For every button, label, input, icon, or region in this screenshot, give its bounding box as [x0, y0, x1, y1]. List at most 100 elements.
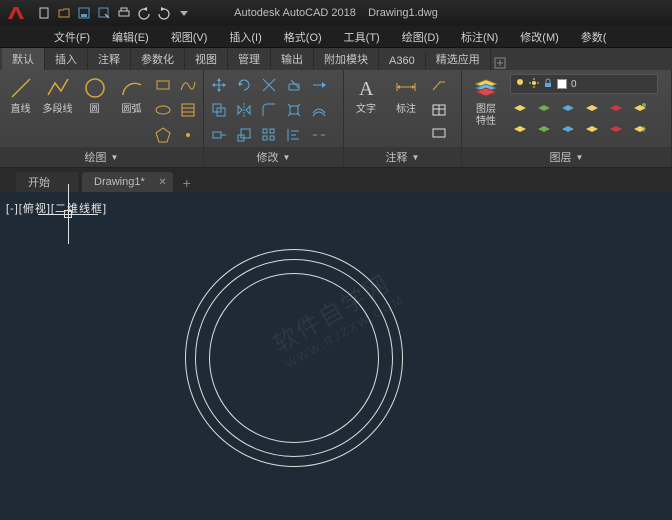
erase-icon[interactable] [283, 74, 305, 96]
panel-layers-title[interactable]: 图层▼ [462, 147, 671, 167]
menu-view[interactable]: 视图(V) [161, 27, 218, 47]
layer-tool-2[interactable] [534, 99, 554, 117]
ribbon: 直线 多段线 圆 圆弧 绘图▼ [0, 70, 672, 168]
layer-tool-3[interactable] [558, 99, 578, 117]
tab-default[interactable]: 默认 [2, 48, 45, 70]
break-icon[interactable] [308, 124, 330, 146]
tab-a360[interactable]: A360 [379, 52, 426, 70]
line-button[interactable]: 直线 [4, 74, 37, 116]
menu-edit[interactable]: 编辑(E) [102, 27, 159, 47]
panel-modify-title[interactable]: 修改▼ [204, 147, 343, 167]
saveas-icon[interactable] [96, 5, 112, 21]
text-label: 文字 [356, 104, 376, 116]
menu-bar: 文件(F) 编辑(E) 视图(V) 插入(I) 格式(O) 工具(T) 绘图(D… [0, 26, 672, 48]
close-icon[interactable]: ✕ [158, 177, 166, 188]
drawing-canvas[interactable]: [-][俯视][二维线框] 软件自学网 WWW.RJZXW.COM [0, 192, 672, 520]
polyline-button[interactable]: 多段线 [41, 74, 74, 116]
plot-icon[interactable] [116, 5, 132, 21]
tab-featured[interactable]: 精选应用 [426, 48, 491, 70]
doctab-drawing1[interactable]: Drawing1*✕ [82, 172, 173, 192]
qat-dropdown-icon[interactable] [176, 5, 192, 21]
layer-tool-9[interactable] [558, 120, 578, 138]
layer-tool-11[interactable] [606, 120, 626, 138]
panel-annotate: A 文字 标注 注释▼ [344, 70, 462, 167]
menu-modify[interactable]: 修改(M) [510, 27, 569, 47]
drawn-circle-inner[interactable] [209, 273, 379, 443]
undo-icon[interactable] [136, 5, 152, 21]
explode-icon[interactable] [283, 99, 305, 121]
quick-access-toolbar [36, 5, 192, 21]
lock-icon [543, 78, 553, 91]
leader-icon[interactable] [428, 74, 450, 96]
extend-icon[interactable] [308, 74, 330, 96]
stretch-icon[interactable] [208, 124, 230, 146]
layer-tool-1[interactable] [510, 99, 530, 117]
arc-button[interactable]: 圆弧 [115, 74, 148, 116]
layer-tool-6[interactable] [630, 99, 650, 117]
polygon-icon[interactable] [152, 124, 174, 146]
ellipse-icon[interactable] [152, 99, 174, 121]
title-bar: Autodesk AutoCAD 2018 Drawing1.dwg [0, 0, 672, 26]
hatch-icon[interactable] [177, 99, 199, 121]
annotation-icon[interactable] [428, 124, 450, 146]
dimension-button[interactable]: 标注 [388, 74, 424, 116]
tab-addons[interactable]: 附加模块 [314, 48, 379, 70]
save-icon[interactable] [76, 5, 92, 21]
array-icon[interactable] [258, 124, 280, 146]
tab-output[interactable]: 输出 [271, 48, 314, 70]
offset-icon[interactable] [308, 99, 330, 121]
tab-parametric[interactable]: 参数化 [131, 48, 185, 70]
table-icon[interactable] [428, 99, 450, 121]
menu-draw[interactable]: 绘图(D) [392, 27, 449, 47]
layer-tool-10[interactable] [582, 120, 602, 138]
layer-properties-label: 图层 特性 [476, 104, 496, 128]
layer-tool-5[interactable] [606, 99, 626, 117]
trim-icon[interactable] [258, 74, 280, 96]
align-icon[interactable] [283, 124, 305, 146]
rotate-icon[interactable] [233, 74, 255, 96]
chevron-down-icon: ▼ [283, 153, 291, 162]
rectangle-icon[interactable] [152, 74, 174, 96]
copy-icon[interactable] [208, 99, 230, 121]
menu-insert[interactable]: 插入(I) [219, 27, 271, 47]
move-icon[interactable] [208, 74, 230, 96]
layer-properties-button[interactable]: 图层 特性 [466, 74, 506, 128]
layer-tool-8[interactable] [534, 120, 554, 138]
new-icon[interactable] [36, 5, 52, 21]
tab-search-icon[interactable] [493, 56, 507, 70]
panel-draw-title[interactable]: 绘图▼ [0, 147, 203, 167]
tab-manage[interactable]: 管理 [228, 48, 271, 70]
mirror-icon[interactable] [233, 99, 255, 121]
text-button[interactable]: A 文字 [348, 74, 384, 116]
menu-dimension[interactable]: 标注(N) [451, 27, 508, 47]
open-icon[interactable] [56, 5, 72, 21]
svg-text:A: A [359, 78, 374, 100]
panel-layers: 图层 特性 0 [462, 70, 672, 167]
app-name: Autodesk AutoCAD 2018 [234, 7, 356, 19]
menu-tools[interactable]: 工具(T) [334, 27, 390, 47]
add-tab-button[interactable]: + [177, 174, 197, 192]
layer-tool-12[interactable] [630, 120, 650, 138]
circle-button[interactable]: 圆 [78, 74, 111, 116]
tab-annotate[interactable]: 注释 [88, 48, 131, 70]
panel-annotate-title[interactable]: 注释▼ [344, 147, 461, 167]
layer-tool-7[interactable] [510, 120, 530, 138]
spline-icon[interactable] [177, 74, 199, 96]
point-icon[interactable] [177, 124, 199, 146]
menu-file[interactable]: 文件(F) [44, 27, 100, 47]
panel-draw: 直线 多段线 圆 圆弧 绘图▼ [0, 70, 204, 167]
circle-label: 圆 [90, 104, 100, 116]
menu-format[interactable]: 格式(O) [274, 27, 332, 47]
app-logo[interactable] [4, 3, 28, 23]
ribbon-tabs: 默认 插入 注释 参数化 视图 管理 输出 附加模块 A360 精选应用 [0, 48, 672, 70]
tab-insert[interactable]: 插入 [45, 48, 88, 70]
layer-tool-4[interactable] [582, 99, 602, 117]
scale-icon[interactable] [233, 124, 255, 146]
color-swatch [557, 79, 567, 89]
menu-parametric[interactable]: 参数( [571, 27, 617, 47]
fillet-icon[interactable] [258, 99, 280, 121]
redo-icon[interactable] [156, 5, 172, 21]
tab-view[interactable]: 视图 [185, 48, 228, 70]
current-layer-dropdown[interactable]: 0 [510, 74, 658, 94]
layer-controls: 0 [510, 74, 658, 138]
